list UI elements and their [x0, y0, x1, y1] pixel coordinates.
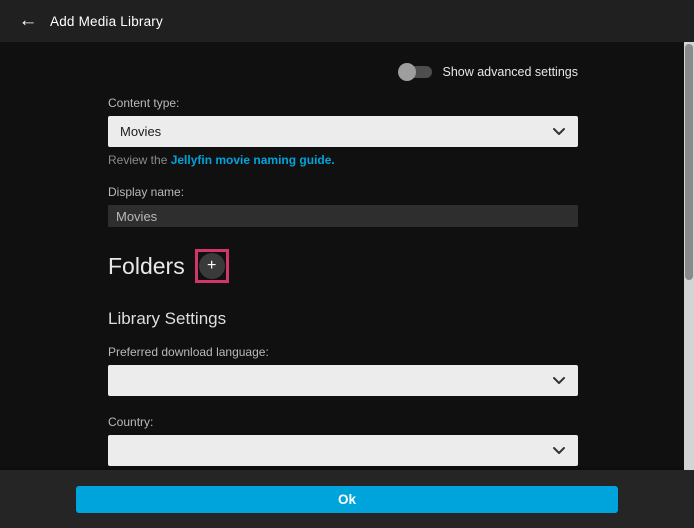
content-type-label: Content type: [108, 96, 578, 110]
content-type-group: Content type: Movies Review the Jellyfin… [108, 96, 578, 167]
back-icon[interactable]: ← [14, 7, 42, 35]
preferred-language-select[interactable] [108, 365, 578, 396]
content-type-select[interactable]: Movies [108, 116, 578, 147]
scrollbar-track[interactable] [684, 42, 694, 470]
plus-icon: + [199, 253, 225, 279]
preferred-language-group: Preferred download language: [108, 345, 578, 396]
advanced-settings-row: Show advanced settings [108, 62, 578, 82]
show-advanced-label: Show advanced settings [442, 65, 578, 79]
content-type-value: Movies [120, 124, 552, 139]
naming-guide-link[interactable]: Jellyfin movie naming guide. [171, 153, 335, 167]
scrollbar-thumb[interactable] [685, 44, 693, 280]
country-group: Country: [108, 415, 578, 466]
page-title: Add Media Library [50, 14, 163, 29]
library-settings-heading: Library Settings [108, 309, 578, 329]
folders-row: Folders + [108, 249, 578, 283]
country-select[interactable] [108, 435, 578, 466]
form-column: Show advanced settings Content type: Mov… [108, 62, 578, 470]
ok-button[interactable]: Ok [76, 486, 618, 513]
naming-guide-helper: Review the Jellyfin movie naming guide. [108, 153, 578, 167]
footer-bar: Ok [0, 470, 694, 528]
helper-prefix: Review the [108, 153, 171, 167]
display-name-input[interactable] [108, 205, 578, 227]
form-scroll-area: Show advanced settings Content type: Mov… [0, 42, 694, 470]
app-bar: ← Add Media Library [0, 0, 694, 42]
display-name-group: Display name: [108, 185, 578, 227]
chevron-down-icon [552, 127, 566, 136]
chevron-down-icon [552, 446, 566, 455]
chevron-down-icon [552, 376, 566, 385]
show-advanced-toggle[interactable] [398, 63, 432, 81]
display-name-label: Display name: [108, 185, 578, 199]
toggle-knob-icon [398, 63, 416, 81]
folders-heading: Folders [108, 253, 185, 280]
country-label: Country: [108, 415, 578, 429]
preferred-language-label: Preferred download language: [108, 345, 578, 359]
add-folder-button[interactable]: + [195, 249, 229, 283]
